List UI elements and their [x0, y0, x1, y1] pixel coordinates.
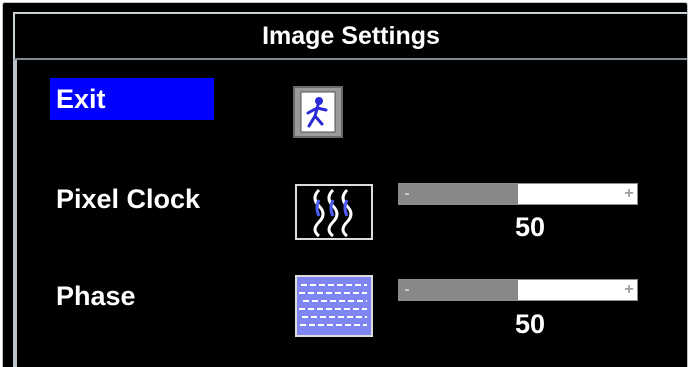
minus-icon[interactable]: - [399, 280, 415, 300]
phase-slider-fill [399, 280, 518, 300]
title-bar: Image Settings [13, 12, 687, 60]
menu-item-phase[interactable]: Phase [50, 275, 142, 317]
pixel-clock-value: 50 [514, 212, 546, 242]
pixel-clock-icon [295, 184, 373, 240]
pixel-clock-label: Pixel Clock [56, 184, 201, 214]
minus-icon[interactable]: - [399, 184, 415, 204]
osd-window: Image Settings Exit Pixel Clock - + 50 P… [2, 2, 688, 367]
pixel-clock-slider-fill [399, 184, 518, 204]
pixel-clock-slider[interactable]: - + [398, 183, 638, 205]
plus-icon[interactable]: + [621, 184, 637, 204]
phase-icon [295, 275, 373, 337]
phase-slider[interactable]: - + [398, 279, 638, 301]
exit-icon[interactable] [293, 86, 343, 138]
phase-value: 50 [514, 309, 546, 339]
panel-border [13, 60, 17, 367]
menu-item-exit[interactable]: Exit [50, 78, 214, 120]
phase-label: Phase [56, 281, 136, 311]
plus-icon[interactable]: + [621, 280, 637, 300]
menu-item-pixel-clock[interactable]: Pixel Clock [50, 178, 206, 220]
exit-label: Exit [56, 84, 106, 114]
window-title: Image Settings [262, 21, 440, 50]
